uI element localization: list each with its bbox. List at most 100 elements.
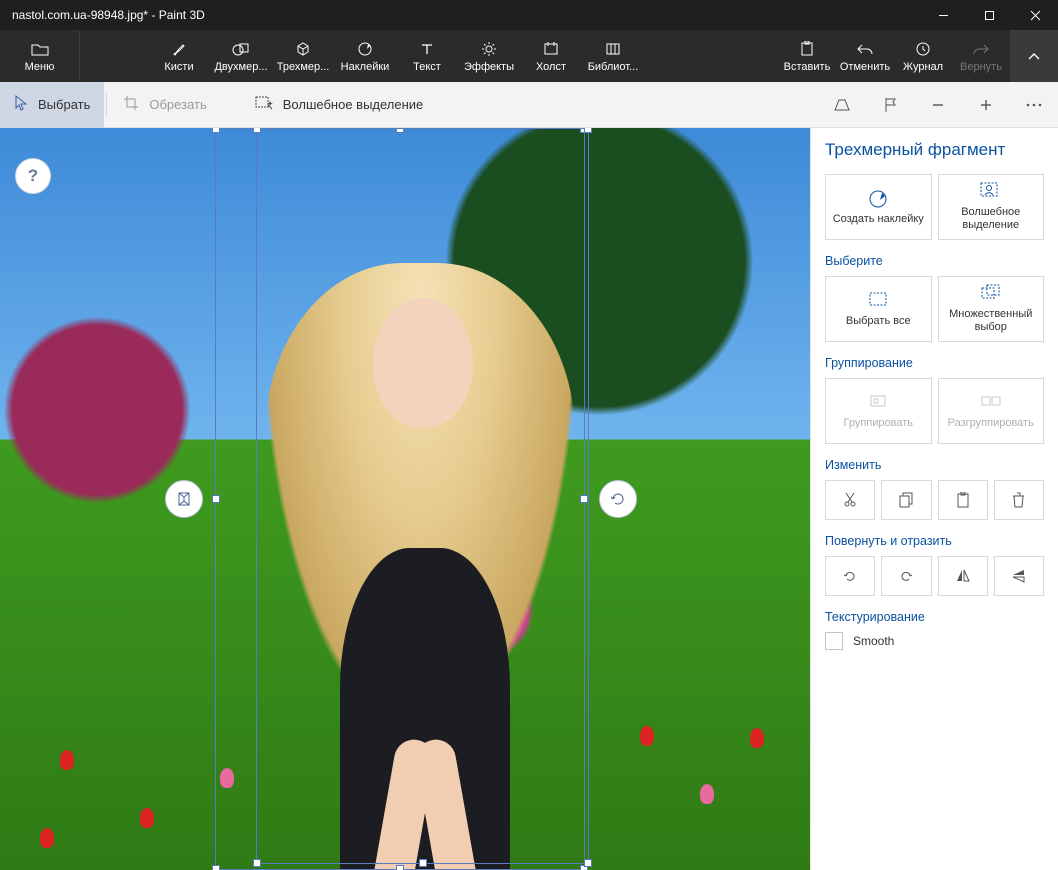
flower-decoration [40, 828, 54, 848]
ellipsis-icon [1026, 103, 1042, 107]
menu-button[interactable]: Меню [0, 30, 80, 82]
multi-select-button[interactable]: Множественный выбор [938, 276, 1045, 342]
rotate-ccw-icon [842, 568, 858, 584]
magic-select-tool[interactable]: Волшебное выделение [241, 82, 438, 128]
crop-tool[interactable]: Обрезать [109, 82, 220, 128]
texture-section-label: Текстурирование [825, 610, 1044, 624]
rotate-control[interactable] [599, 480, 637, 518]
redo-button[interactable]: Вернуть [952, 30, 1010, 82]
canvas-tab[interactable]: Холст [520, 30, 582, 82]
brushes-tab[interactable]: Кисти [148, 30, 210, 82]
depth-icon [175, 490, 193, 508]
window-controls [920, 0, 1058, 30]
effects-tab[interactable]: Эффекты [458, 30, 520, 82]
ungroup-button[interactable]: Разгруппировать [938, 378, 1045, 444]
flag-button[interactable] [866, 82, 914, 128]
chevron-up-icon [1027, 51, 1041, 61]
close-button[interactable] [1012, 0, 1058, 30]
perspective-icon [833, 98, 851, 112]
selection-handle[interactable] [584, 128, 592, 133]
sun-icon [481, 39, 497, 59]
flip-horizontal-button[interactable] [938, 556, 988, 596]
minus-icon [931, 98, 945, 112]
smooth-checkbox[interactable] [825, 632, 843, 650]
brush-icon [171, 39, 187, 59]
library-tab[interactable]: Библиот... [582, 30, 644, 82]
rotate-cw-icon [898, 568, 914, 584]
flag-icon [883, 97, 897, 113]
flower-decoration [750, 728, 764, 748]
help-button[interactable]: ? [15, 158, 51, 194]
group-button[interactable]: Группировать [825, 378, 932, 444]
make-sticker-button[interactable]: Создать наклейку [825, 174, 932, 240]
selection-handle[interactable] [253, 859, 261, 867]
depth-control[interactable] [165, 480, 203, 518]
3d-shapes-tab[interactable]: Трехмер... [272, 30, 334, 82]
selection-handle[interactable] [212, 865, 220, 870]
smooth-label: Smooth [853, 634, 894, 648]
flip-h-icon [955, 569, 971, 583]
flower-decoration [640, 726, 654, 746]
window-title: nastol.com.ua-98948.jpg* - Paint 3D [0, 8, 205, 22]
magic-select-icon [255, 96, 273, 113]
3d-view-button[interactable] [818, 82, 866, 128]
menu-label: Меню [25, 61, 55, 73]
select-tool[interactable]: Выбрать [0, 82, 104, 128]
magic-select-button[interactable]: Волшебное выделение [938, 174, 1045, 240]
selection-handle[interactable] [253, 128, 261, 133]
rotate-section-label: Повернуть и отразить [825, 534, 1044, 548]
select-all-button[interactable]: Выбрать все [825, 276, 932, 342]
library-icon [605, 39, 621, 59]
sticker-icon [868, 189, 888, 209]
selection-handle[interactable] [212, 495, 220, 503]
maximize-button[interactable] [966, 0, 1012, 30]
question-icon: ? [28, 166, 38, 186]
magic-select-icon [980, 182, 1002, 202]
shapes-2d-icon [232, 39, 250, 59]
folder-icon [31, 39, 49, 59]
copy-button[interactable] [881, 480, 931, 520]
collapse-ribbon-button[interactable] [1010, 30, 1058, 82]
cut-button[interactable] [825, 480, 875, 520]
stickers-tab[interactable]: Наклейки [334, 30, 396, 82]
paste-button[interactable]: Вставить [778, 30, 836, 82]
edit-section-label: Изменить [825, 458, 1044, 472]
delete-button[interactable] [994, 480, 1044, 520]
selection-handle[interactable] [419, 859, 427, 867]
history-button[interactable]: Журнал [894, 30, 952, 82]
flip-v-icon [1012, 568, 1026, 584]
canvas-area[interactable]: ? [0, 128, 810, 870]
paste-button-panel[interactable] [938, 480, 988, 520]
minimize-button[interactable] [920, 0, 966, 30]
secondary-toolbar: Выбрать Обрезать Волшебное выделение [0, 82, 1058, 128]
flip-vertical-button[interactable] [994, 556, 1044, 596]
flower-decoration [700, 784, 714, 804]
copy-icon [899, 492, 913, 508]
zoom-in-button[interactable] [962, 82, 1010, 128]
zoom-out-button[interactable] [914, 82, 962, 128]
selection-handle[interactable] [396, 865, 404, 870]
text-tab[interactable]: Текст [396, 30, 458, 82]
group-section-label: Группирование [825, 356, 1044, 370]
ribbon: Меню Кисти Двухмер... Трехмер... Наклейк… [0, 30, 1058, 82]
clipboard-icon [800, 39, 814, 59]
group-icon [868, 393, 888, 413]
plus-icon [979, 98, 993, 112]
cube-icon [295, 39, 311, 59]
canvas-icon [543, 39, 559, 59]
more-button[interactable] [1010, 82, 1058, 128]
rotate-ccw-button[interactable] [825, 556, 875, 596]
selection-bounds-inner[interactable] [256, 128, 589, 864]
undo-button[interactable]: Отменить [836, 30, 894, 82]
choose-section-label: Выберите [825, 254, 1044, 268]
selection-handle[interactable] [584, 859, 592, 867]
2d-shapes-tab[interactable]: Двухмер... [210, 30, 272, 82]
selection-handle[interactable] [212, 128, 220, 133]
clipboard-icon [956, 492, 970, 508]
rotate-cw-button[interactable] [881, 556, 931, 596]
select-all-icon [869, 291, 887, 311]
history-icon [915, 39, 931, 59]
ungroup-icon [980, 393, 1002, 413]
text-icon [420, 39, 434, 59]
undo-icon [856, 39, 874, 59]
